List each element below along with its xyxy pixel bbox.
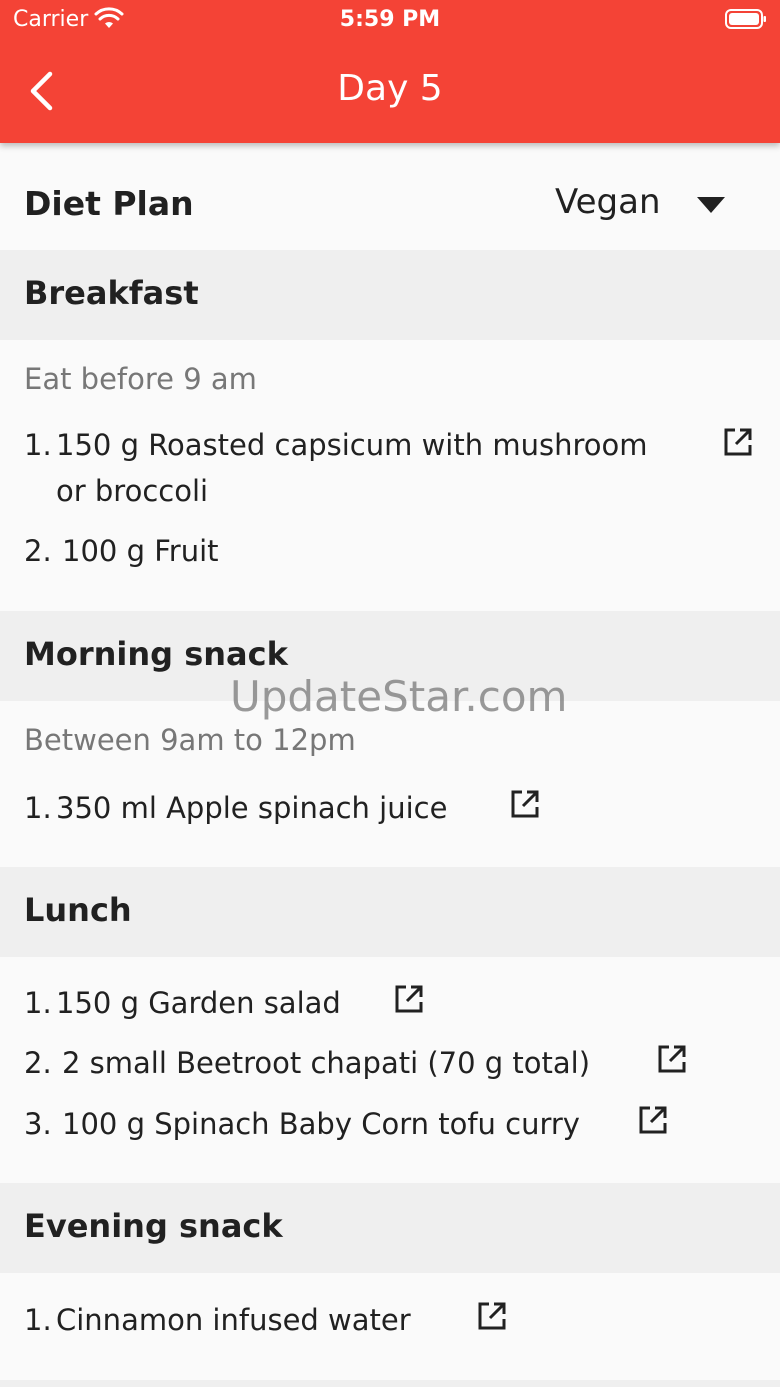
page-title: Day 5 [337,68,443,109]
section-body-morning-snack: Between 9am to 12pm 1. 350 ml Apple spina… [0,701,780,867]
diet-plan-label: Diet Plan [24,184,194,223]
item-number: 3. [24,1107,52,1141]
list-item: 2. 2 small Beetroot chapati (70 g total) [24,1040,590,1086]
list-item: 1. Cinnamon infused water [24,1297,411,1343]
app-bar: Carrier 5:59 PM Day 5 [0,0,780,143]
status-bar: Carrier 5:59 PM [0,0,780,40]
list-item: 3. 100 g Spinach Baby Corn tofu curry [24,1101,580,1147]
open-in-new-icon[interactable] [510,789,540,819]
section-header-lunch: Lunch [0,867,780,957]
item-text: 100 g Spinach Baby Corn tofu curry [62,1107,580,1141]
item-text: 150 g Roasted capsicum with mushroom [56,428,648,462]
section-title: Evening snack [24,1207,283,1245]
diet-plan-selector[interactable]: Diet Plan Vegan [0,158,780,250]
item-text: 350 ml Apple spinach juice [56,791,448,825]
meal-time-hint: Eat before 9 am [24,362,257,396]
item-number: 1. [24,1303,52,1337]
item-text: 150 g Garden salad [56,986,341,1020]
list-item: 1. 150 g Garden salad [24,980,341,1026]
item-number: 2. [24,1046,52,1080]
item-number: 1. [24,986,52,1020]
list-item: 1. 350 ml Apple spinach juice [24,785,447,831]
item-text: 100 g Fruit [62,534,219,568]
section-title: Breakfast [24,274,199,312]
list-item: or broccoli [24,468,208,514]
item-number: 1. [24,428,52,462]
item-text: 2 small Beetroot chapati (70 g total) [62,1046,591,1080]
open-in-new-icon[interactable] [723,427,753,457]
list-item: 2. 100 g Fruit [24,528,219,574]
open-in-new-icon[interactable] [638,1105,668,1135]
diet-plan-value[interactable]: Vegan [555,182,661,222]
open-in-new-icon[interactable] [657,1044,687,1074]
watermark: UpdateStar.com [230,672,568,721]
status-time: 5:59 PM [339,7,441,32]
battery-icon [725,9,766,29]
item-text: Cinnamon infused water [56,1303,411,1337]
section-body-lunch: 1. 150 g Garden salad 2. 2 small Beetroot … [0,957,780,1183]
item-text: or broccoli [56,474,209,508]
section-header-evening-snack: Evening snack [0,1183,780,1273]
section-header-next [0,1380,780,1387]
section-header-breakfast: Breakfast [0,250,780,340]
open-in-new-icon[interactable] [394,984,424,1014]
section-title: Morning snack [24,635,288,673]
section-body-evening-snack: 1. Cinnamon infused water [0,1273,780,1380]
list-item: 1. 150 g Roasted capsicum with mushroom [24,422,647,468]
section-title: Lunch [24,891,132,929]
section-body-breakfast: Eat before 9 am 1. 150 g Roasted capsicum… [0,340,780,611]
item-number: 1. [24,791,52,825]
meal-time-hint: Between 9am to 12pm [24,723,356,757]
dropdown-caret-icon[interactable] [696,196,726,214]
open-in-new-icon[interactable] [477,1301,507,1331]
item-number: 2. [24,534,52,568]
